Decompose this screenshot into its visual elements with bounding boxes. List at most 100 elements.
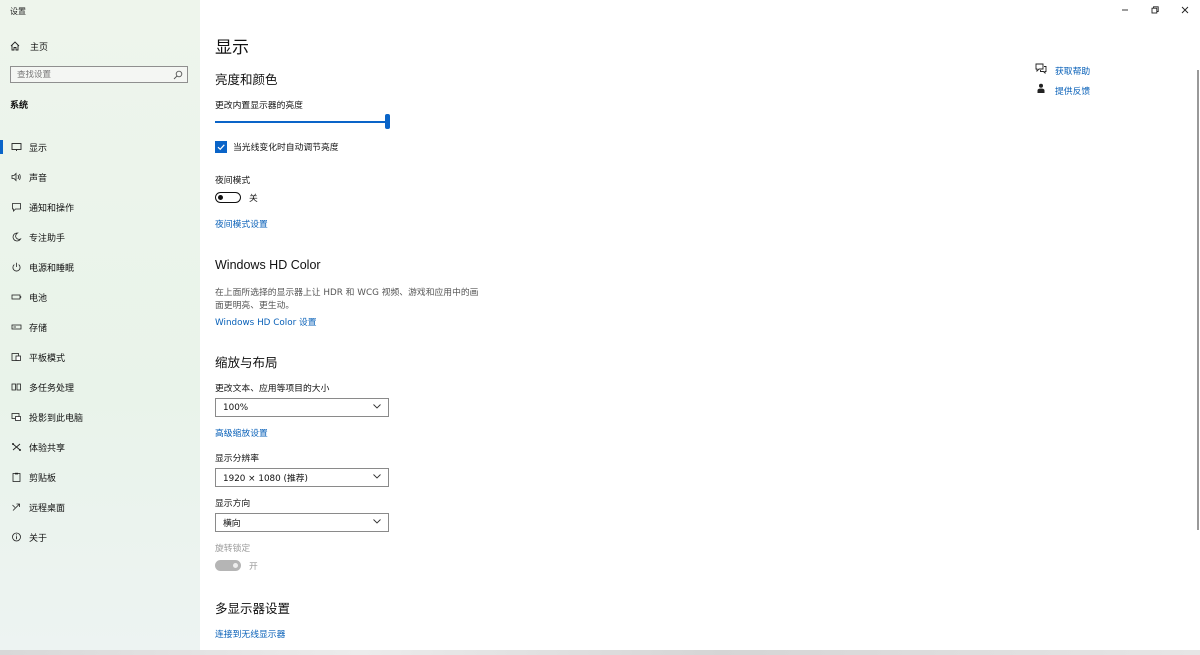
sidebar-item-label: 声音 — [29, 173, 48, 184]
scale-heading: 缩放与布局 — [215, 355, 278, 370]
sidebar-item-clipboard[interactable]: 剪贴板 — [0, 462, 200, 492]
scale-label: 更改文本、应用等项目的大小 — [215, 384, 330, 394]
sidebar: 设置 主页 系统 显示 声音 通知和操作 — [0, 0, 200, 655]
search-icon[interactable] — [171, 68, 185, 82]
brightness-slider[interactable] — [215, 114, 391, 130]
chevron-down-icon — [372, 472, 382, 483]
slider-thumb[interactable] — [385, 114, 390, 129]
section-title: 系统 — [10, 101, 29, 111]
sidebar-item-shared-experiences[interactable]: 体验共享 — [0, 432, 200, 462]
battery-icon — [9, 292, 23, 302]
share-icon — [9, 442, 23, 452]
remote-desktop-icon — [9, 502, 23, 512]
sidebar-item-remote-desktop[interactable]: 远程桌面 — [0, 492, 200, 522]
wireless-display-link[interactable]: 连接到无线显示器 — [215, 627, 285, 640]
sidebar-item-focus-assist[interactable]: 专注助手 — [0, 222, 200, 252]
rotation-lock-label: 旋转锁定 — [215, 544, 251, 554]
rotation-lock-state: 开 — [249, 562, 258, 572]
hdr-heading: Windows HD Color — [215, 258, 321, 272]
sidebar-item-sound[interactable]: 声音 — [0, 162, 200, 192]
sidebar-item-label: 电池 — [29, 293, 48, 304]
close-icon[interactable] — [1170, 0, 1200, 20]
scale-dropdown[interactable]: 100% — [215, 398, 389, 417]
auto-brightness-checkbox[interactable]: 当光线变化时自动调节亮度 — [215, 140, 339, 153]
sidebar-item-battery[interactable]: 电池 — [0, 282, 200, 312]
rotation-lock-row: 开 — [215, 559, 258, 572]
sidebar-item-label: 通知和操作 — [29, 203, 75, 214]
sidebar-item-about[interactable]: 关于 — [0, 522, 200, 552]
sidebar-item-label: 远程桌面 — [29, 503, 66, 514]
window-controls — [1110, 0, 1200, 20]
sidebar-item-label: 剪贴板 — [29, 473, 57, 484]
resolution-value: 1920 × 1080 (推荐) — [223, 474, 308, 484]
sidebar-item-label: 体验共享 — [29, 443, 66, 454]
resolution-dropdown[interactable]: 1920 × 1080 (推荐) — [215, 468, 389, 487]
night-light-state: 关 — [249, 194, 258, 204]
advanced-scaling-link[interactable]: 高级缩放设置 — [215, 426, 268, 439]
notification-icon — [9, 202, 23, 212]
clipboard-icon — [9, 472, 23, 482]
sidebar-item-label: 平板模式 — [29, 353, 66, 364]
sidebar-item-label: 显示 — [29, 143, 48, 154]
hdr-settings-link[interactable]: Windows HD Color 设置 — [215, 315, 317, 328]
chevron-down-icon — [372, 402, 382, 413]
tablet-icon — [9, 352, 23, 362]
page-title: 显示 — [215, 38, 249, 58]
search-input[interactable] — [11, 69, 171, 80]
home-icon — [10, 41, 24, 51]
sidebar-item-multitasking[interactable]: 多任务处理 — [0, 372, 200, 402]
sidebar-item-label: 投影到此电脑 — [29, 413, 84, 424]
storage-icon — [9, 322, 23, 332]
brightness-heading: 亮度和颜色 — [215, 72, 278, 87]
taskbar-edge — [0, 650, 1200, 655]
sidebar-item-label: 专注助手 — [29, 233, 66, 244]
sidebar-item-power[interactable]: 电源和睡眠 — [0, 252, 200, 282]
project-icon — [9, 412, 23, 422]
sidebar-item-display[interactable]: 显示 — [0, 132, 200, 162]
feedback-icon — [1035, 83, 1047, 97]
sidebar-item-label: 电源和睡眠 — [29, 263, 75, 274]
minimize-icon[interactable] — [1110, 0, 1140, 20]
home-nav-item[interactable]: 主页 — [10, 39, 48, 53]
sidebar-item-project[interactable]: 投影到此电脑 — [0, 402, 200, 432]
orientation-dropdown[interactable]: 横向 — [215, 513, 389, 532]
orientation-value: 横向 — [223, 519, 241, 529]
sidebar-nav: 显示 声音 通知和操作 专注助手 电源和睡眠 电池 存储 平板模式 多任务处理 … — [0, 132, 200, 552]
chat-help-icon — [1035, 63, 1047, 77]
sidebar-item-tablet-mode[interactable]: 平板模式 — [0, 342, 200, 372]
get-help-label[interactable]: 获取帮助 — [1055, 64, 1090, 77]
night-light-toggle[interactable] — [215, 192, 241, 203]
home-label: 主页 — [30, 42, 49, 53]
search-box[interactable] — [10, 66, 188, 83]
sidebar-item-storage[interactable]: 存储 — [0, 312, 200, 342]
feedback-label[interactable]: 提供反馈 — [1055, 84, 1090, 97]
scale-value: 100% — [223, 402, 249, 413]
app-title: 设置 — [10, 7, 26, 16]
main-content: 显示 亮度和颜色 更改内置显示器的亮度 当光线变化时自动调节亮度 夜间模式 关 … — [200, 0, 1200, 655]
resolution-label: 显示分辨率 — [215, 454, 259, 464]
slider-track[interactable] — [215, 121, 387, 123]
get-help-link[interactable]: 获取帮助 — [1035, 63, 1090, 77]
monitor-icon — [9, 142, 23, 152]
feedback-link[interactable]: 提供反馈 — [1035, 83, 1090, 97]
hdr-description-line2: 面更明亮、更生动。 — [215, 301, 295, 311]
speaker-icon — [9, 172, 23, 182]
orientation-label: 显示方向 — [215, 499, 251, 509]
auto-brightness-label: 当光线变化时自动调节亮度 — [233, 143, 339, 153]
sidebar-item-label: 存储 — [29, 323, 48, 334]
restore-icon[interactable] — [1140, 0, 1170, 20]
hdr-description-line1: 在上面所选择的显示器上让 HDR 和 WCG 视频、游戏和应用中的画 — [215, 288, 479, 298]
moon-icon — [9, 232, 23, 242]
night-light-toggle-row: 关 — [215, 191, 258, 204]
info-icon — [9, 532, 23, 542]
brightness-label: 更改内置显示器的亮度 — [215, 101, 303, 111]
checkmark-icon[interactable] — [215, 140, 227, 153]
multitask-icon — [9, 382, 23, 392]
multi-display-heading: 多显示器设置 — [215, 601, 291, 616]
sidebar-item-label: 多任务处理 — [29, 383, 75, 394]
scrollbar[interactable] — [1197, 70, 1199, 530]
night-light-settings-link[interactable]: 夜间模式设置 — [215, 217, 268, 230]
power-icon — [9, 262, 23, 272]
rotation-lock-toggle — [215, 560, 241, 571]
sidebar-item-notifications[interactable]: 通知和操作 — [0, 192, 200, 222]
